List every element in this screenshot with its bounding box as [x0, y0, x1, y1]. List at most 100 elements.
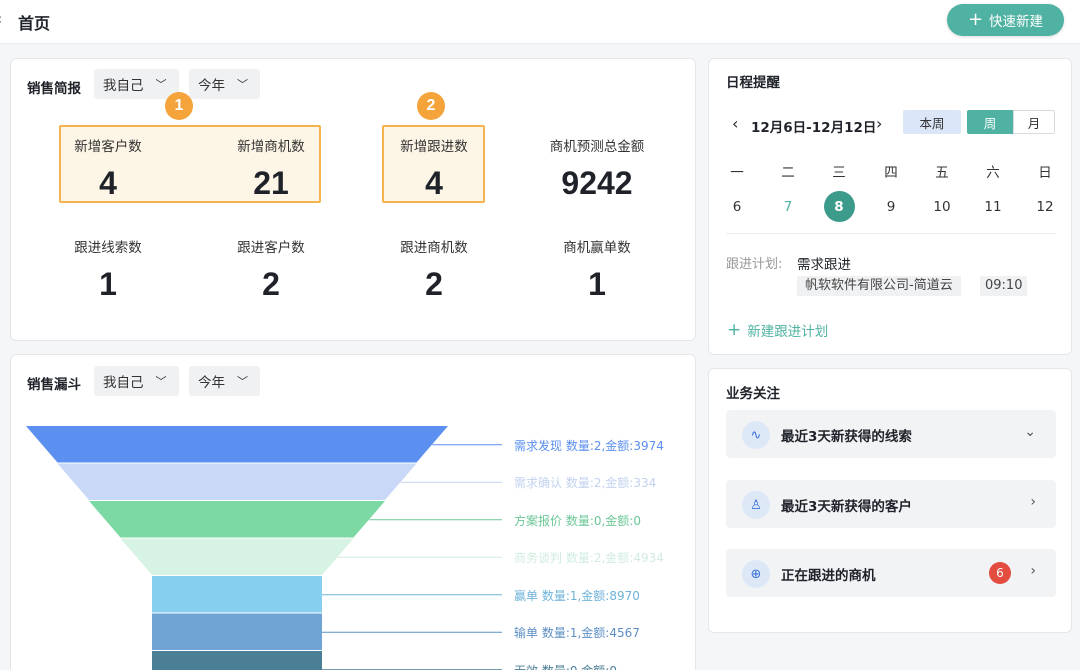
new-plan-label: 新建跟进计划: [747, 324, 829, 340]
period-filter-value: 今年: [198, 78, 225, 94]
plan-company-tag: 帆软软件有限公司-简道云: [797, 276, 961, 296]
owner-filter[interactable]: 我自己 ﹀: [94, 69, 179, 99]
funnel-stage[interactable]: [120, 538, 354, 576]
stat-value: 1: [99, 266, 117, 302]
stat-value: 2: [262, 266, 280, 302]
stat-forecast-amount[interactable]: 商机预测总金额 9242: [537, 135, 657, 202]
plus-icon: +: [967, 9, 984, 30]
stat-won-opportunities[interactable]: 商机赢单数 1: [547, 236, 647, 303]
funnel-stage-label: 赢单 数量:1,金额:8970: [514, 588, 640, 603]
stat-value: 1: [588, 266, 606, 302]
owner-filter-value: 我自己: [103, 78, 144, 94]
funnel-stage-label: 商务谈判 数量:2,金额:4934: [514, 551, 664, 566]
day-7[interactable]: 7: [773, 199, 803, 215]
new-plan-button[interactable]: + 新建跟进计划: [727, 320, 828, 340]
weekday-fri: 五: [935, 165, 949, 181]
weekday-tue: 二: [781, 165, 795, 181]
stat-label: 新增跟进数: [400, 139, 468, 155]
customer-icon: ♙: [742, 491, 770, 519]
stat-followed-customers[interactable]: 跟进客户数 2: [221, 236, 321, 303]
follow-item-label: 最近3天新获得的客户: [781, 499, 912, 515]
month-view-tab[interactable]: 月: [1013, 110, 1055, 134]
quick-new-label: 快速新建: [989, 14, 1044, 30]
funnel-period-filter[interactable]: 今年 ﹀: [189, 366, 260, 396]
stat-value: 2: [425, 266, 443, 302]
stat-label: 跟进商机数: [400, 240, 468, 256]
chevron-right-icon: ›: [1030, 563, 1036, 579]
stat-label: 商机预测总金额: [549, 139, 645, 155]
sales-funnel-title: 销售漏斗: [27, 377, 81, 393]
funnel-stage-label: 输单 数量:1,金额:4567: [514, 626, 640, 641]
plan-time-tag: 09:10: [980, 276, 1028, 296]
plan-label: 跟进计划:: [726, 257, 783, 272]
weekday-wed: 三: [832, 165, 846, 181]
opportunity-icon: ⊕: [742, 560, 770, 588]
chevron-down-icon: ﹀: [237, 375, 248, 388]
stat-label: 商机赢单数: [563, 240, 631, 256]
stat-new-opportunities[interactable]: 新增商机数 21: [221, 135, 321, 202]
weekday-sun: 日: [1038, 165, 1052, 181]
day-9[interactable]: 9: [876, 199, 906, 215]
marker-badge-1: 1: [165, 92, 193, 120]
funnel-stage[interactable]: [89, 501, 385, 538]
plus-icon: +: [727, 319, 742, 340]
funnel-stage[interactable]: [152, 613, 322, 651]
funnel-stage-label: 方案报价 数量:0,金额:0: [514, 513, 641, 528]
day-8[interactable]: 8: [824, 199, 854, 215]
sales-brief-title: 销售简报: [27, 81, 81, 97]
plan-title[interactable]: 需求跟进: [797, 253, 851, 273]
marker-badge-2: 2: [417, 92, 445, 120]
funnel-owner-filter-value: 我自己: [103, 375, 144, 391]
stat-followed-opportunities[interactable]: 跟进商机数 2: [384, 236, 484, 303]
weekday-sat: 六: [986, 165, 1000, 181]
funnel-period-filter-value: 今年: [198, 375, 225, 391]
week-range: 12月6日-12月12日: [751, 120, 877, 136]
stat-value: 4: [99, 165, 117, 201]
stat-value: 9242: [561, 165, 633, 201]
follow-item-new-clues[interactable]: ∿ 最近3天新获得的线索 ⌄: [726, 410, 1056, 458]
period-filter[interactable]: 今年 ﹀: [189, 69, 260, 99]
day-12[interactable]: 12: [1030, 199, 1060, 215]
stat-followed-clues[interactable]: 跟进线索数 1: [58, 236, 158, 303]
stat-label: 新增客户数: [74, 139, 142, 155]
chevron-down-icon: ⌄: [1024, 424, 1036, 440]
funnel-owner-filter[interactable]: 我自己 ﹀: [94, 366, 179, 396]
chevron-right-icon[interactable]: ›: [876, 114, 882, 133]
chevron-down-icon: ﹀: [155, 375, 167, 388]
follow-item-new-customers[interactable]: ♙ 最近3天新获得的客户 ›: [726, 480, 1056, 528]
funnel-stage-label: 无效 数量:0,金额:0: [514, 662, 617, 670]
chevron-down-icon: ﹀: [155, 78, 167, 91]
page-title: 首页: [18, 14, 51, 33]
stat-new-followups[interactable]: 新增跟进数 4: [384, 135, 484, 202]
schedule-title: 日程提醒: [726, 75, 780, 91]
follow-item-label: 最近3天新获得的线索: [781, 429, 912, 445]
weekday-thu: 四: [884, 165, 898, 181]
day-6[interactable]: 6: [722, 199, 752, 215]
chevron-down-icon: ﹀: [237, 78, 248, 91]
this-week-button[interactable]: 本周: [903, 110, 961, 134]
top-bar: ‹ 首页 + 快速新建: [0, 0, 1080, 44]
funnel-stage-label: 需求确认 数量:2,金额:334: [514, 476, 657, 491]
funnel-stage[interactable]: [57, 463, 417, 501]
day-11[interactable]: 11: [978, 199, 1008, 215]
chevron-left-icon[interactable]: ‹: [0, 10, 2, 28]
follow-item-label: 正在跟进的商机: [781, 568, 876, 584]
divider: [726, 233, 1056, 234]
chevron-right-icon: ›: [1030, 494, 1036, 510]
business-focus-title: 业务关注: [726, 386, 780, 402]
week-view-tab[interactable]: 周: [967, 110, 1013, 134]
clue-icon: ∿: [742, 421, 770, 449]
funnel-stage[interactable]: [26, 426, 448, 463]
stat-value: 4: [425, 165, 443, 201]
day-10[interactable]: 10: [927, 199, 957, 215]
count-badge: 6: [989, 562, 1011, 584]
stat-label: 跟进客户数: [237, 240, 305, 256]
funnel-stage[interactable]: [152, 651, 322, 670]
weekday-mon: 一: [730, 165, 744, 181]
stat-new-customers[interactable]: 新增客户数 4: [58, 135, 158, 202]
stat-label: 跟进线索数: [74, 240, 142, 256]
quick-new-button[interactable]: + 快速新建: [947, 4, 1064, 36]
stat-label: 新增商机数: [237, 139, 305, 155]
funnel-stage[interactable]: [152, 576, 322, 613]
chevron-left-icon[interactable]: ‹: [732, 114, 738, 133]
